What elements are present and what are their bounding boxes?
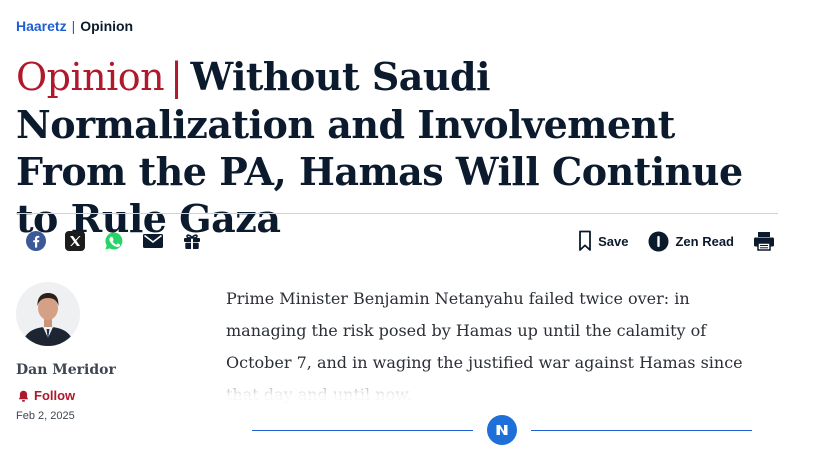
share-email-button[interactable] [133, 224, 172, 258]
headline-separator: | [170, 55, 183, 99]
share-facebook-button[interactable] [16, 224, 55, 258]
follow-author-button[interactable]: Follow [16, 388, 186, 403]
paywall-fade [216, 372, 796, 412]
facebook-icon [25, 231, 46, 251]
zen-read-icon [648, 231, 669, 251]
paywall-divider [252, 415, 752, 445]
breadcrumb: Haaretz | Opinion [16, 16, 133, 36]
headline-kicker: Opinion [16, 55, 165, 99]
bookmark-icon [579, 230, 592, 251]
author-avatar[interactable] [16, 282, 80, 346]
divider-line-left [252, 429, 473, 431]
divider-line-right [531, 429, 752, 431]
whatsapp-icon [104, 232, 122, 250]
haaretz-logo-badge [487, 415, 517, 445]
author-name[interactable]: Dan Meridor [16, 360, 186, 380]
breadcrumb-separator: | [71, 18, 76, 34]
breadcrumb-section-link[interactable]: Opinion [80, 16, 133, 36]
save-button[interactable]: Save [578, 230, 628, 252]
haaretz-logo-icon [496, 425, 508, 435]
article-tools: Save Zen Read [578, 229, 776, 253]
article-toolbar: Save Zen Read [16, 224, 776, 258]
print-button[interactable] [752, 229, 776, 253]
headline-divider [16, 213, 778, 214]
breadcrumb-home-link[interactable]: Haaretz [16, 16, 67, 36]
follow-label: Follow [34, 388, 76, 403]
share-gift-button[interactable] [172, 224, 211, 258]
share-bar [16, 224, 211, 258]
bell-icon [18, 390, 29, 402]
zen-read-label: Zen Read [675, 233, 734, 249]
x-icon [64, 231, 85, 251]
share-x-button[interactable] [55, 224, 94, 258]
publish-date: Feb 2, 2025 [16, 410, 75, 422]
mail-icon [142, 234, 163, 248]
author-portrait-icon [16, 282, 80, 346]
gift-icon [183, 234, 200, 249]
print-icon [754, 232, 774, 251]
zen-read-button[interactable]: Zen Read [648, 231, 734, 252]
author-card: Dan Meridor Follow Feb 2, 2025 [16, 282, 186, 422]
save-label: Save [598, 233, 629, 249]
share-whatsapp-button[interactable] [94, 224, 133, 258]
